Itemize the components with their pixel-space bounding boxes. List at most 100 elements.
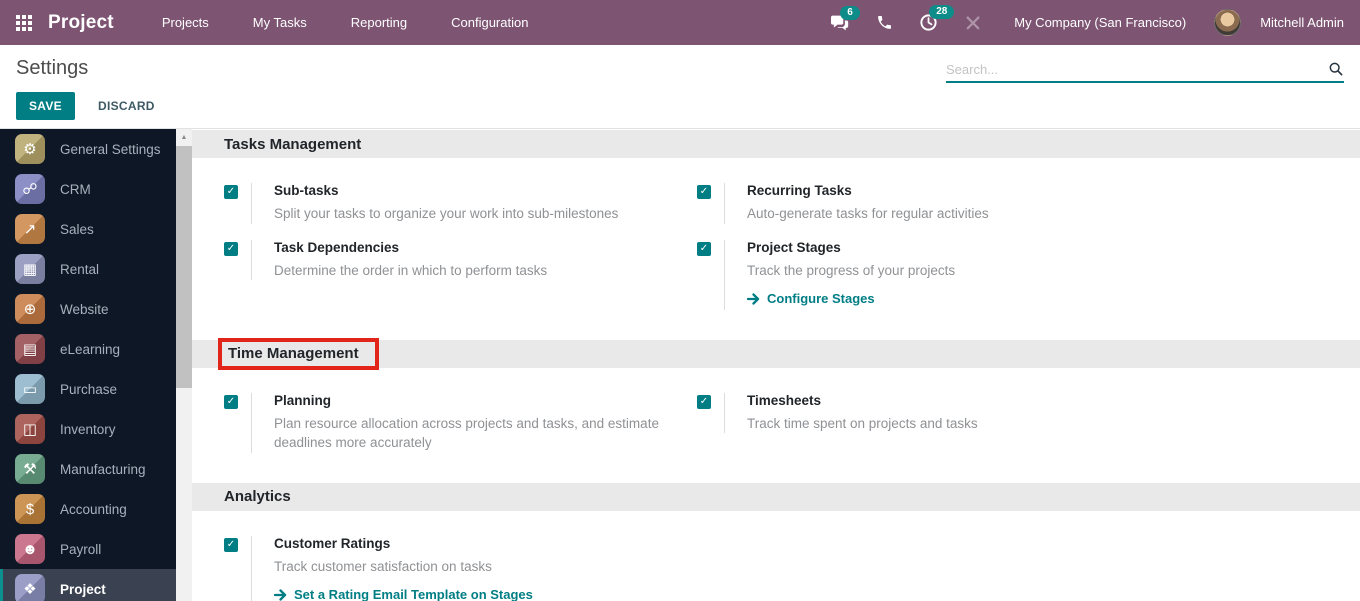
vertical-scrollbar[interactable]: ▲ — [176, 129, 192, 601]
user-menu[interactable]: Mitchell Admin — [1260, 15, 1344, 30]
analytics-settings: ✓ Customer Ratings Track customer satisf… — [192, 511, 1360, 601]
sidebar-item-payroll[interactable]: ☻ Payroll — [0, 529, 176, 569]
activities-clock-icon[interactable]: 28 — [911, 5, 955, 36]
discard-button[interactable]: DISCARD — [85, 92, 168, 120]
menu-projects[interactable]: Projects — [144, 2, 227, 43]
setting-title: Task Dependencies — [274, 239, 400, 255]
settings-sidebar: ⚙ General Settings ☍ CRM ↗ Sales ▦ Renta… — [0, 129, 176, 601]
setting-description: Plan resource allocation across projects… — [274, 415, 659, 451]
person-icon: ☻ — [15, 534, 45, 564]
arrow-right-icon — [274, 589, 287, 601]
sidebar-item-website[interactable]: ⊕ Website — [0, 289, 176, 329]
settings-body: ⚙ General Settings ☍ CRM ↗ Sales ▦ Renta… — [0, 129, 1360, 601]
sidebar-item-label: Sales — [60, 221, 94, 237]
setting-description: Determine the order in which to perform … — [274, 262, 548, 278]
apps-menu-icon[interactable] — [16, 14, 32, 31]
planning-checkbox[interactable]: ✓ — [224, 394, 238, 409]
setting-title: Planning — [274, 392, 331, 408]
section-header-time-management: Time Management — [192, 337, 1360, 370]
sidebar-item-elearning[interactable]: ▤ eLearning — [0, 329, 176, 369]
setting-planning: ✓ Planning Plan resource allocation acro… — [224, 392, 697, 453]
sidebar-item-purchase[interactable]: ▭ Purchase — [0, 369, 176, 409]
sub-tasks-checkbox[interactable]: ✓ — [224, 185, 238, 199]
customer-ratings-checkbox[interactable]: ✓ — [224, 537, 238, 552]
section-header-tasks-management: Tasks Management — [192, 130, 1360, 158]
sidebar-item-manufacturing[interactable]: ⚒ Manufacturing — [0, 449, 176, 489]
section-title: Time Management — [228, 344, 359, 362]
sidebar-item-label: Manufacturing — [60, 461, 146, 477]
messages-icon[interactable]: 6 — [822, 5, 860, 36]
sidebar-item-label: Payroll — [60, 541, 102, 557]
company-switcher[interactable]: My Company (San Francisco) — [1014, 15, 1186, 30]
sidebar-item-label: Inventory — [60, 421, 116, 437]
link-label: Configure Stages — [767, 291, 875, 307]
search-icon[interactable] — [1328, 61, 1344, 77]
setting-title: Timesheets — [747, 392, 822, 408]
topbar-right: 6 28 My Company (San Francisco) Mitchell… — [822, 5, 1344, 36]
activities-badge: 28 — [929, 5, 955, 19]
top-menu: Projects My Tasks Reporting Configuratio… — [144, 2, 547, 43]
handshake-icon: ☍ — [15, 174, 45, 204]
time-management-settings: ✓ Planning Plan resource allocation acro… — [192, 368, 1360, 483]
rating-email-template-link[interactable]: Set a Rating Email Template on Stages — [274, 587, 533, 601]
sidebar-item-accounting[interactable]: $ Accounting — [0, 489, 176, 529]
top-navbar: Project Projects My Tasks Reporting Conf… — [0, 0, 1360, 45]
setting-recurring-tasks: ✓ Recurring Tasks Auto-generate tasks fo… — [697, 183, 1170, 224]
sidebar-item-label: Accounting — [60, 501, 127, 517]
red-annotation-box: Time Management — [218, 337, 379, 370]
save-button[interactable]: SAVE — [16, 92, 75, 120]
wrench-icon: ⚒ — [15, 454, 45, 484]
setting-title: Recurring Tasks — [747, 183, 852, 198]
setting-description: Split your tasks to organize your work i… — [274, 206, 619, 221]
section-header-analytics: Analytics — [192, 482, 1360, 511]
action-buttons: SAVE DISCARD — [0, 80, 1360, 120]
sidebar-item-label: CRM — [60, 181, 91, 197]
setting-description: Auto-generate tasks for regular activiti… — [747, 206, 989, 221]
sidebar-item-label: Rental — [60, 261, 100, 277]
sidebar-item-project[interactable]: ❖ Project — [0, 569, 176, 601]
setting-description: Track the progress of your projects — [747, 262, 956, 278]
sidebar-item-inventory[interactable]: ◫ Inventory — [0, 409, 176, 449]
phone-icon[interactable] — [868, 10, 901, 35]
setting-description: Track customer satisfaction on tasks — [274, 558, 492, 574]
sidebar-item-crm[interactable]: ☍ CRM — [0, 169, 176, 209]
link-label: Set a Rating Email Template on Stages — [294, 587, 533, 601]
menu-configuration[interactable]: Configuration — [433, 2, 546, 43]
control-panel: Settings SAVE DISCARD — [0, 45, 1360, 129]
sidebar-item-general-settings[interactable]: ⚙ General Settings — [0, 129, 176, 169]
project-stages-checkbox[interactable]: ✓ — [697, 241, 711, 256]
recurring-tasks-checkbox[interactable]: ✓ — [697, 185, 711, 199]
configure-stages-link[interactable]: Configure Stages — [747, 291, 875, 306]
menu-my-tasks[interactable]: My Tasks — [235, 2, 325, 43]
settings-content: Tasks Management ✓ Sub-tasks Split your … — [192, 129, 1360, 601]
setting-sub-tasks: ✓ Sub-tasks Split your tasks to organize… — [224, 183, 697, 224]
task-dependencies-checkbox[interactable]: ✓ — [224, 241, 238, 256]
box-icon: ◫ — [15, 414, 45, 444]
tools-icon[interactable] — [956, 10, 990, 36]
user-avatar[interactable] — [1214, 9, 1242, 36]
sidebar-item-sales[interactable]: ↗ Sales — [0, 209, 176, 249]
setting-timesheets: ✓ Timesheets Track time spent on project… — [697, 392, 1170, 434]
menu-reporting[interactable]: Reporting — [333, 2, 425, 43]
presentation-icon: ▤ — [15, 334, 45, 364]
globe-icon: ⊕ — [15, 294, 45, 324]
credit-card-icon: ▭ — [15, 374, 45, 404]
timesheets-checkbox[interactable]: ✓ — [697, 394, 711, 409]
search-input[interactable] — [946, 61, 1328, 77]
messages-badge: 6 — [840, 5, 860, 20]
scrollbar-thumb[interactable] — [176, 146, 192, 388]
puzzle-icon: ❖ — [15, 574, 45, 601]
section-title: Tasks Management — [224, 135, 362, 153]
setting-title: Sub-tasks — [274, 183, 339, 198]
scrollbar-up-arrow[interactable]: ▲ — [176, 129, 192, 146]
sidebar-item-label: General Settings — [60, 141, 161, 157]
setting-title: Customer Ratings — [274, 535, 391, 551]
calculator-icon: ▦ — [15, 254, 45, 284]
gear-icon: ⚙ — [15, 134, 45, 164]
sidebar-item-label: Website — [60, 301, 109, 317]
app-name[interactable]: Project — [48, 12, 114, 34]
invoice-icon: $ — [15, 494, 45, 524]
sidebar-item-rental[interactable]: ▦ Rental — [0, 249, 176, 289]
setting-task-dependencies: ✓ Task Dependencies Determine the order … — [224, 239, 697, 281]
setting-title: Project Stages — [747, 239, 841, 255]
